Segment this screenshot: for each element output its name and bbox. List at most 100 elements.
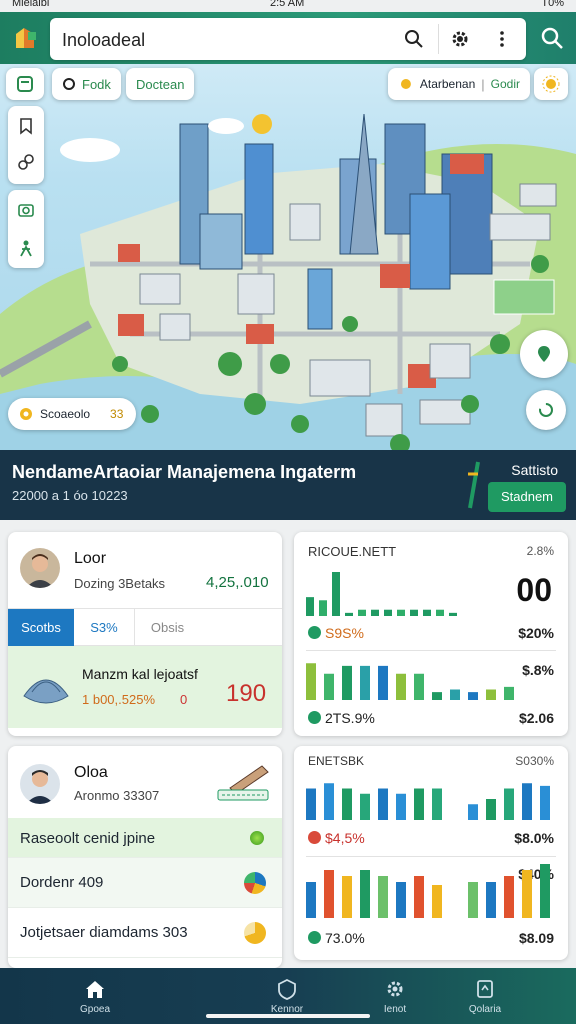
sun-icon xyxy=(400,79,411,89)
tab-s3[interactable]: S3% xyxy=(74,609,134,647)
map-pin-icon xyxy=(538,346,550,362)
chart2-pct1: $4,5% xyxy=(325,830,365,846)
chip-fodk[interactable]: Fodk xyxy=(52,68,121,100)
card-subtitle: Dozing 3Betaks xyxy=(74,576,166,591)
chip-group-right[interactable]: Atarbenan | Godir xyxy=(388,68,530,100)
list-item[interactable]: Raseoolt cenid jpine xyxy=(8,818,282,858)
profile-card-1[interactable]: Loor Dozing 3Betaks 4,25,.010 Scotbs S3%… xyxy=(8,532,282,736)
chart-bar xyxy=(436,609,444,616)
card-subtitle: Aronmo 33307 xyxy=(74,788,160,803)
chart-bar xyxy=(345,612,353,616)
chart-bar xyxy=(319,600,327,616)
chart1-stat-2: 2TS.9% xyxy=(308,710,375,726)
chart-card-1[interactable]: RICOUE.NETT 2.8% 00 S9S% $20% $.8% 2TS.9… xyxy=(294,532,568,736)
nav-ienot-label: Ienot xyxy=(383,1004,407,1015)
city-map[interactable]: Fodk Doctean Atarbenan | Godir Scoaeolo … xyxy=(0,64,576,450)
chart2-top-bars xyxy=(306,783,550,820)
check-icon xyxy=(308,626,321,639)
bookmark-icon[interactable] xyxy=(16,116,36,136)
chart-bar xyxy=(414,876,424,918)
search-input[interactable]: Inoloadeal xyxy=(62,30,145,51)
chip-divider: | xyxy=(481,76,485,92)
link-icon[interactable] xyxy=(16,152,36,172)
camera-icon[interactable] xyxy=(16,200,36,220)
chip-godir-label[interactable]: Godir xyxy=(491,77,520,91)
more-vertical-icon[interactable] xyxy=(492,29,512,49)
chart-bar xyxy=(423,609,431,616)
list-item[interactable]: Jotjetsaer diamdams 303 xyxy=(8,908,282,958)
chart-bar xyxy=(486,799,496,820)
chip-doctean[interactable]: Doctean xyxy=(126,68,195,100)
chart-corner-value: 2.8% xyxy=(526,544,554,558)
banner-status: Sattisto xyxy=(511,462,558,478)
chart-card-2[interactable]: ENETSBK S030% $4,5% $8.0% $40% 73.0% $8.… xyxy=(294,746,568,960)
map-action-button[interactable] xyxy=(520,330,568,378)
chart-bar xyxy=(540,785,550,820)
check-icon xyxy=(308,931,321,944)
chart-bar xyxy=(360,793,370,820)
chart-bar xyxy=(486,882,496,918)
chart-bar xyxy=(332,572,340,616)
chart1-pct2: 2TS.9% xyxy=(325,710,375,726)
layers-icon xyxy=(17,76,33,92)
pencil-edit-icon[interactable] xyxy=(216,762,270,802)
chart1-val1: $20% xyxy=(518,625,554,641)
person-icon[interactable] xyxy=(16,238,36,258)
chart-bar xyxy=(432,885,442,918)
chart1-stat-1: S9S% xyxy=(308,625,364,641)
locate-icon xyxy=(539,403,553,417)
search-icon[interactable] xyxy=(404,29,424,49)
nav-qolaria[interactable]: Qolaria xyxy=(450,968,520,1024)
product-detail: 1 b00,.525% xyxy=(82,692,156,707)
avatar xyxy=(20,548,60,588)
map-illustration xyxy=(0,113,576,450)
weather-button[interactable] xyxy=(534,68,568,100)
banner-action-button[interactable]: Stadnem xyxy=(488,482,566,512)
locate-button[interactable] xyxy=(526,390,566,430)
chip-atarbenan-label: Atarbenan xyxy=(419,77,476,91)
banner-title: NendameArtaoiar Manajemena Ingaterm xyxy=(12,462,357,482)
gear-icon[interactable] xyxy=(450,29,470,49)
clock-text: 2:5 AM xyxy=(270,0,305,9)
chart-bar xyxy=(414,788,424,820)
tab-obsis[interactable]: Obsis xyxy=(134,609,200,647)
nav-ienot[interactable]: Ienot xyxy=(360,968,430,1024)
location-chip[interactable]: Scoaeolo 33 xyxy=(8,398,136,430)
app-logo-icon[interactable] xyxy=(10,24,40,52)
chart-bar xyxy=(378,876,388,918)
list-item-label: Raseoolt cenid jpine xyxy=(20,830,156,847)
profile-card-2[interactable]: Oloa Aronmo 33307 Raseoolt cenid jpine D… xyxy=(8,746,282,968)
chart-bar xyxy=(324,673,334,700)
chart-bar xyxy=(504,686,514,700)
map-toolbar-bottom xyxy=(8,190,44,268)
chart-bar xyxy=(358,609,366,616)
product-value: 190 xyxy=(226,680,267,707)
chart-bar xyxy=(324,870,334,918)
chart-divider xyxy=(306,856,556,857)
list-item-label: Jotjetsaer diamdams 303 xyxy=(20,924,188,941)
chart-bar xyxy=(306,882,316,918)
document-icon xyxy=(477,980,493,998)
nav-qolaria-label: Qolaria xyxy=(468,1004,502,1015)
list-item[interactable]: Dordenr 409 xyxy=(8,858,282,908)
chart-bar xyxy=(306,663,316,700)
avatar xyxy=(20,764,60,804)
search-bar[interactable]: Inoloadeal xyxy=(50,18,526,60)
layers-button[interactable] xyxy=(6,68,44,100)
search-divider xyxy=(438,24,439,54)
chart-bar xyxy=(468,804,478,820)
chart2-bottom-bars xyxy=(306,864,550,918)
chart-divider xyxy=(306,650,556,651)
nav-home[interactable]: Gpoea xyxy=(60,968,130,1024)
status-bar: Mielaibl 2:5 AM T0% xyxy=(0,0,576,12)
product-image-icon xyxy=(23,679,69,704)
card-value: 4,25,.010 xyxy=(206,574,269,591)
chart-bar xyxy=(306,788,316,820)
chart-bar xyxy=(504,788,514,820)
header-search-icon[interactable] xyxy=(540,26,564,50)
tab-scotbs[interactable]: Scotbs xyxy=(8,609,74,647)
product-panel[interactable]: Manzm kal lejoatsf 1 b00,.525% 0 190 xyxy=(8,646,282,728)
green-dot-icon xyxy=(250,831,264,845)
card-name: Loor xyxy=(74,550,107,567)
refresh-icon xyxy=(63,78,75,90)
